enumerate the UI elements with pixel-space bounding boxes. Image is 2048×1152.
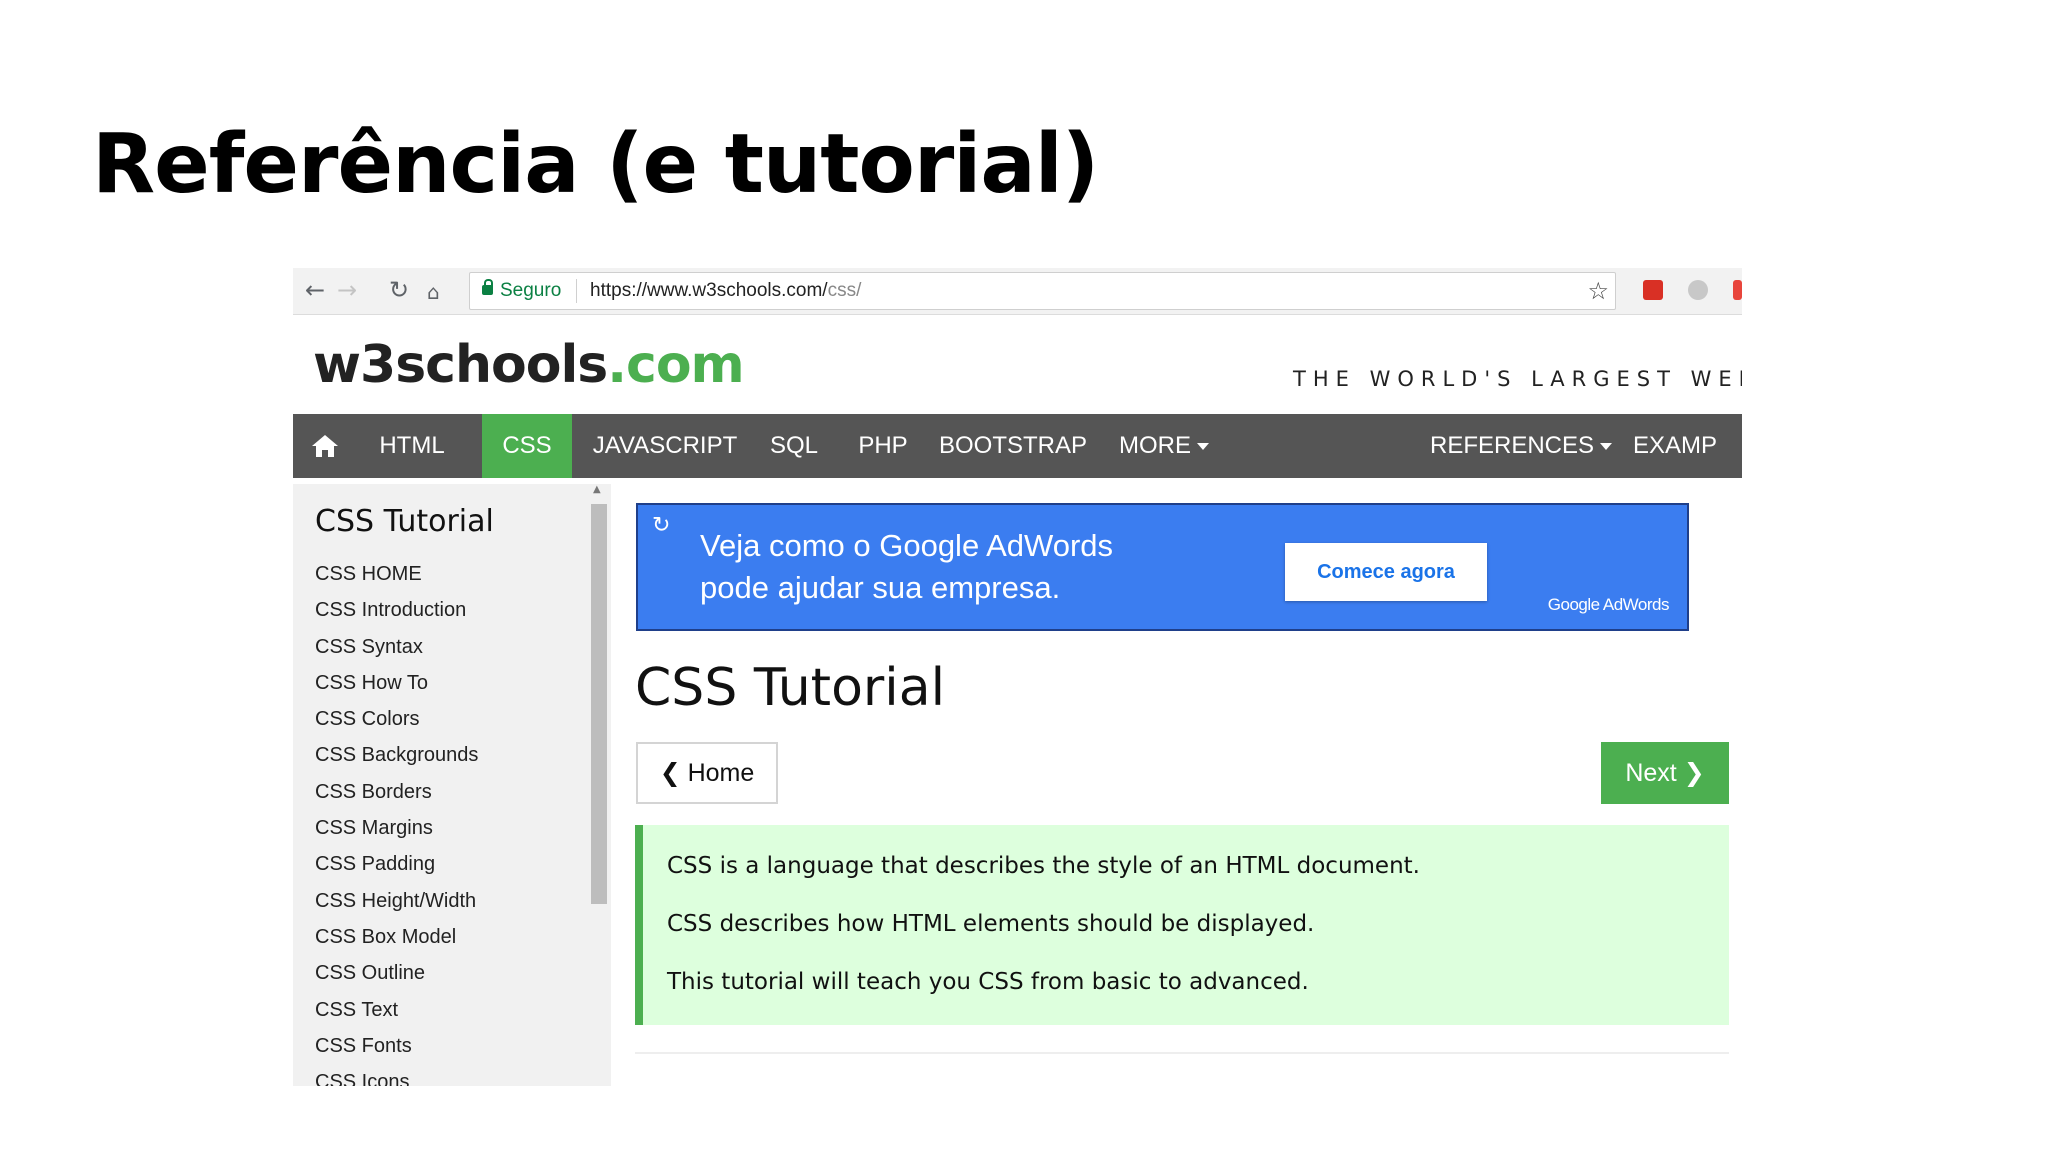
intro-line: This tutorial will teach you CSS from ba… — [667, 969, 1309, 995]
nav-more-label: MORE — [1119, 432, 1191, 459]
sidebar-title: CSS Tutorial — [315, 504, 494, 539]
sidebar-scrollbar-thumb[interactable] — [591, 504, 607, 904]
bookmark-star-icon[interactable]: ☆ — [1587, 277, 1609, 305]
previous-home-button[interactable]: ❮ Home — [636, 742, 778, 804]
nav-item-examples[interactable]: EXAMP — [1633, 414, 1742, 478]
sidebar-item-css-margins[interactable]: CSS Margins — [315, 810, 478, 846]
site-logo[interactable]: w3schools.com — [313, 335, 745, 395]
site-tagline: THE WORLD'S LARGEST WEB DE — [1293, 367, 1742, 391]
nav-item-bootstrap[interactable]: BOOTSTRAP — [933, 414, 1093, 478]
ad-brand-logo: Google AdWords — [1547, 595, 1670, 614]
sidebar-list: CSS HOME CSS Introduction CSS Syntax CSS… — [315, 556, 478, 1086]
reload-icon[interactable]: ↻ — [389, 276, 409, 304]
sidebar-item-css-how-to[interactable]: CSS How To — [315, 665, 478, 701]
ad-text: Veja como o Google AdWords pode ajudar s… — [700, 525, 1220, 609]
nav-item-more[interactable]: MORE — [1109, 414, 1219, 478]
lock-icon — [482, 279, 493, 295]
next-button[interactable]: Next ❯ — [1601, 742, 1729, 804]
ad-refresh-icon[interactable]: ↻ — [652, 513, 670, 538]
sidebar-item-css-text[interactable]: CSS Text — [315, 992, 478, 1028]
home-button-icon[interactable]: ⌂ — [427, 278, 440, 306]
nav-item-javascript[interactable]: JAVASCRIPT — [577, 414, 753, 478]
ad-line-1: Veja como o Google AdWords — [700, 528, 1114, 563]
nav-item-css[interactable]: CSS — [482, 414, 572, 478]
sidebar-item-css-height-width[interactable]: CSS Height/Width — [315, 883, 478, 919]
url-text[interactable]: https://www.w3schools.com/css/ — [590, 280, 861, 302]
url-base: https://www.w3schools.com/ — [590, 280, 828, 301]
extension-partial-icon[interactable] — [1733, 280, 1742, 300]
sidebar-item-css-icons[interactable]: CSS Icons — [315, 1064, 478, 1086]
sidebar: CSS Tutorial CSS HOME CSS Introduction C… — [293, 484, 611, 1086]
address-bar[interactable]: Seguro https://www.w3schools.com/css/ ☆ — [469, 272, 1616, 310]
sidebar-item-css-home[interactable]: CSS HOME — [315, 556, 478, 592]
ad-line-2: pode ajudar sua empresa. — [700, 570, 1061, 605]
nav-references-label: REFERENCES — [1429, 432, 1595, 459]
sidebar-item-css-fonts[interactable]: CSS Fonts — [315, 1028, 478, 1064]
ad-cta-button[interactable]: Comece agora — [1285, 543, 1487, 601]
sidebar-item-css-borders[interactable]: CSS Borders — [315, 774, 478, 810]
url-path: css/ — [827, 280, 862, 301]
nav-item-sql[interactable]: SQL — [759, 414, 829, 478]
intro-panel: CSS is a language that describes the sty… — [635, 825, 1729, 1025]
site-header: w3schools.com THE WORLD'S LARGEST WEB DE — [293, 315, 1742, 414]
sidebar-item-css-colors[interactable]: CSS Colors — [315, 701, 478, 737]
forward-icon[interactable]: → — [337, 276, 357, 304]
sidebar-item-css-box-model[interactable]: CSS Box Model — [315, 919, 478, 955]
nav-item-references[interactable]: REFERENCES — [1429, 414, 1613, 478]
nav-item-html[interactable]: HTML — [357, 414, 467, 478]
sidebar-item-css-introduction[interactable]: CSS Introduction — [315, 592, 478, 628]
sidebar-item-css-backgrounds[interactable]: CSS Backgrounds — [315, 737, 478, 773]
browser-screenshot: ← → ↻ ⌂ Seguro https://www.w3schools.com… — [293, 268, 1742, 1086]
home-icon[interactable] — [311, 434, 339, 458]
sidebar-item-css-syntax[interactable]: CSS Syntax — [315, 629, 478, 665]
url-divider — [576, 279, 577, 303]
intro-line: CSS is a language that describes the sty… — [667, 853, 1420, 879]
extension-red-icon[interactable] — [1643, 280, 1663, 300]
logo-tld: .com — [607, 335, 744, 395]
intro-line: CSS describes how HTML elements should b… — [667, 911, 1315, 937]
secure-label: Seguro — [500, 280, 562, 301]
back-icon[interactable]: ← — [305, 276, 325, 304]
caret-down-icon — [1600, 443, 1613, 451]
top-navigation: HTML CSS JAVASCRIPT SQL PHP BOOTSTRAP MO… — [293, 414, 1742, 478]
caret-down-icon — [1197, 443, 1209, 451]
extension-grey-icon[interactable] — [1688, 280, 1708, 300]
ad-banner[interactable]: ↻ Veja como o Google AdWords pode ajudar… — [636, 503, 1689, 631]
content-divider — [635, 1052, 1729, 1054]
logo-main: w3schools — [313, 335, 608, 395]
sidebar-item-css-padding[interactable]: CSS Padding — [315, 846, 478, 882]
nav-item-php[interactable]: PHP — [848, 414, 918, 478]
scroll-up-arrow-icon[interactable]: ▲ — [593, 484, 601, 495]
page-heading: CSS Tutorial — [635, 658, 946, 718]
sidebar-item-css-outline[interactable]: CSS Outline — [315, 955, 478, 991]
slide-title: Referência (e tutorial) — [92, 117, 1099, 212]
browser-toolbar: ← → ↻ ⌂ Seguro https://www.w3schools.com… — [293, 268, 1742, 315]
